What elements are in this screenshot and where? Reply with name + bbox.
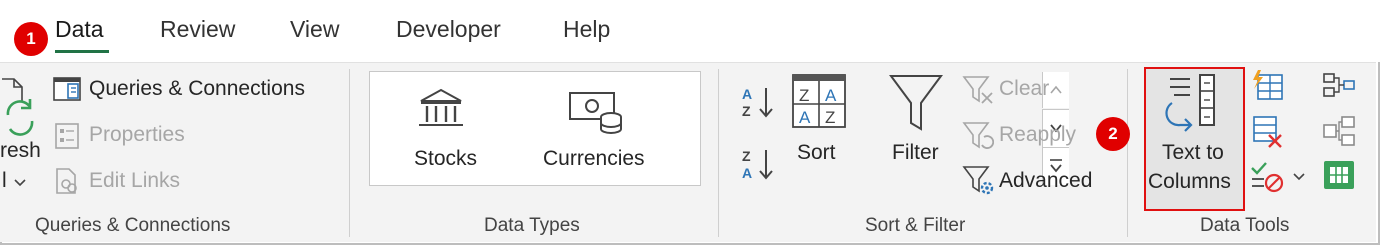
clear-filter-icon [962,76,993,104]
text-to-columns-icon [1165,74,1215,132]
svg-text:Z: Z [825,108,835,127]
tab-view[interactable]: View [290,16,339,43]
reapply-filter-button[interactable]: Reapply [999,123,1076,147]
reapply-filter-icon [962,122,994,149]
edit-links-button[interactable]: Edit Links [89,169,180,193]
data-types-group-label: Data Types [484,215,580,236]
group-divider [1127,69,1128,237]
text-to-columns-label-line2: Columns [1148,170,1231,193]
properties-icon [55,123,79,149]
group-divider [718,69,719,237]
filter-button[interactable]: Filter [892,141,939,165]
sort-a-to-z-icon[interactable]: A Z [740,85,778,119]
queries-connections-group-label: Queries & Connections [35,215,231,236]
sort-z-to-a-icon[interactable]: Z A [740,147,778,181]
queries-connections-icon[interactable] [53,77,81,101]
properties-button[interactable]: Properties [89,123,185,147]
ribbon-tab-bar: Data Review View Developer Help 1 [0,0,1380,62]
svg-text:Z: Z [799,86,809,105]
currencies-button[interactable]: Currencies [543,147,645,171]
data-validation-icon[interactable] [1250,159,1284,193]
sort-filter-group-label: Sort & Filter [865,215,966,236]
refresh-all-icon[interactable] [0,75,44,137]
chevron-down-icon[interactable] [14,179,26,187]
refresh-all-label-line2[interactable]: l [2,169,7,193]
refresh-all-label-line1[interactable]: resh [0,139,41,163]
sort-button[interactable]: Sort [797,141,836,165]
svg-text:Z: Z [742,148,751,164]
svg-text:A: A [825,86,837,105]
manage-data-model-icon[interactable] [1322,159,1356,191]
svg-text:A: A [742,165,752,181]
advanced-filter-button[interactable]: Advanced [999,169,1092,193]
tab-help[interactable]: Help [563,16,610,43]
relationships-icon[interactable] [1322,115,1356,147]
stocks-button[interactable]: Stocks [414,147,477,171]
tab-data[interactable]: Data [55,16,104,43]
remove-duplicates-icon[interactable] [1252,115,1284,149]
data-tools-group-label: Data Tools [1200,215,1290,236]
clear-filter-button[interactable]: Clear [999,77,1049,101]
chevron-down-icon[interactable] [1293,173,1305,181]
edit-links-icon [56,168,77,194]
text-to-columns-label-line1: Text to [1162,141,1224,164]
tab-review[interactable]: Review [160,16,235,43]
svg-text:A: A [742,86,752,102]
consolidate-icon[interactable] [1322,71,1356,99]
filter-funnel-icon[interactable] [888,73,944,133]
sort-icon[interactable]: Z A A Z [791,73,847,129]
advanced-filter-icon[interactable] [962,165,996,197]
svg-text:A: A [799,108,811,127]
step-badge-2: 2 [1096,117,1130,151]
step-badge-1: 1 [14,22,48,56]
stocks-icon[interactable] [417,87,465,131]
ribbon-panel: resh l Queries & Connections Properties … [0,62,1376,242]
active-tab-underline [55,50,109,53]
queries-connections-button[interactable]: Queries & Connections [89,77,305,101]
flash-fill-icon[interactable] [1250,69,1284,101]
group-divider [349,69,350,237]
tab-developer[interactable]: Developer [396,16,501,43]
svg-text:Z: Z [742,103,751,119]
currencies-icon[interactable] [567,87,627,139]
